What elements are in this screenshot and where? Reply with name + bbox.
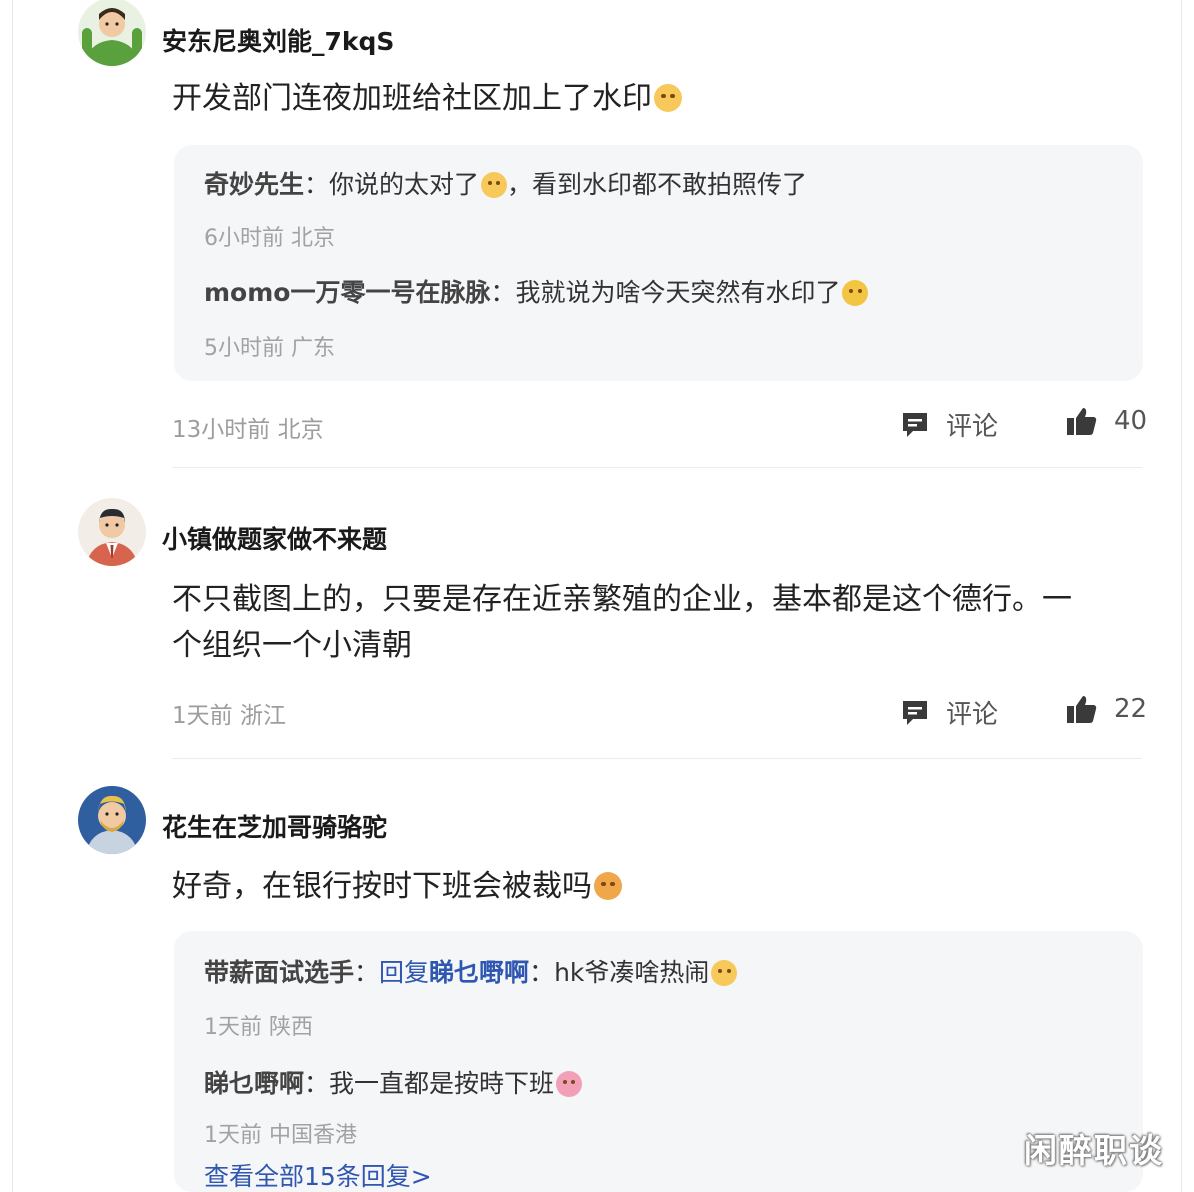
avatar-cartoon-man-suit-icon [78, 498, 146, 566]
comment-bubble-icon [903, 700, 927, 725]
username[interactable]: 安东尼奥刘能_7kqS [162, 22, 394, 58]
comment-text-line: 个组织一个小清朝 [172, 628, 412, 663]
username[interactable]: 小镇做题家做不来题 [162, 520, 387, 556]
reply-prefix: 回复 [379, 958, 430, 987]
avatar[interactable] [78, 786, 146, 854]
avatar-cartoon-man-green-icon [78, 0, 146, 66]
reply-box: 带薪面试选手：回复睇乜嘢啊：hk爷凑啥热闹 1天前 陕西 睇乜嘢啊：我一直都是按… [174, 931, 1143, 1192]
avatar[interactable] [78, 0, 146, 66]
comment-meta: 1天前 浙江 [172, 703, 286, 729]
reply-meta: 5小时前 广东 [204, 336, 335, 361]
comment-text: 不只截图上的，只要是存在近亲繁殖的企业，基本都是这个德行。一 个组织一个小清朝 [172, 577, 1142, 669]
reply-line: 睇乜嘢啊：我一直都是按時下班 [204, 1064, 583, 1100]
watermark: 闲醉职谈 [1024, 1131, 1164, 1170]
reply-line: 带薪面试选手：回复睇乜嘢啊：hk爷凑啥热闹 [204, 953, 738, 989]
comment-button[interactable]: 评论 [900, 694, 998, 731]
comment-text: 好奇，在银行按时下班会被裁吗 [172, 864, 1142, 910]
like-button[interactable]: 40 [1066, 406, 1147, 436]
like-button[interactable]: 22 [1066, 694, 1147, 724]
like-count: 22 [1114, 694, 1148, 724]
avatar-cartoon-man-blonde-icon [78, 786, 146, 854]
username[interactable]: 花生在芝加哥骑骆驼 [162, 808, 387, 844]
smile-emoji-icon [711, 960, 738, 986]
reply-author[interactable]: 睇乜嘢啊 [204, 1069, 304, 1098]
reply-author[interactable]: 奇妙先生 [204, 170, 304, 199]
divider [172, 467, 1142, 468]
comment-text-line: 不只截图上的，只要是存在近亲繁殖的企业，基本都是这个德行。一 [172, 582, 1072, 617]
reply-box: 奇妙先生：你说的太对了 ，看到水印都不敢拍照传了 6小时前 北京 momo一万零一… [174, 145, 1143, 381]
reply-to-user-link[interactable]: 睇乜嘢啊 [429, 958, 529, 987]
like-count: 40 [1114, 406, 1148, 436]
divider [172, 758, 1142, 759]
reply-meta: 1天前 中国香港 [204, 1123, 357, 1148]
reply-line: 奇妙先生：你说的太对了 ，看到水印都不敢拍照传了 [204, 170, 808, 199]
comment-button[interactable]: 评论 [900, 406, 998, 443]
thumbs-up-icon [1067, 696, 1097, 723]
reply-line: momo一万零一号在脉脉：我就说为啥今天突然有水印了 [204, 273, 869, 309]
smile-emoji-icon [481, 172, 508, 198]
smile-emoji-icon [654, 84, 682, 112]
laugh-cry-emoji-icon [842, 280, 869, 306]
comment-bubble-icon [903, 412, 927, 437]
avatar[interactable] [78, 498, 146, 566]
grimace-emoji-icon [556, 1071, 583, 1097]
reply-meta: 6小时前 北京 [204, 226, 335, 251]
reply-author[interactable]: momo一万零一号在脉脉 [204, 278, 490, 307]
comment-text: 开发部门连夜加班给社区加上了水印 [172, 76, 1142, 122]
comment-label: 评论 [946, 700, 999, 730]
comment-label: 评论 [946, 412, 999, 442]
reply-meta: 1天前 陕西 [204, 1015, 313, 1040]
hug-emoji-icon [594, 872, 622, 900]
view-all-replies-link[interactable]: 查看全部15条回复> [204, 1157, 432, 1192]
reply-author[interactable]: 带薪面试选手 [204, 958, 354, 987]
thumbs-up-icon [1067, 408, 1097, 435]
comment-meta: 13小时前 北京 [172, 417, 324, 443]
